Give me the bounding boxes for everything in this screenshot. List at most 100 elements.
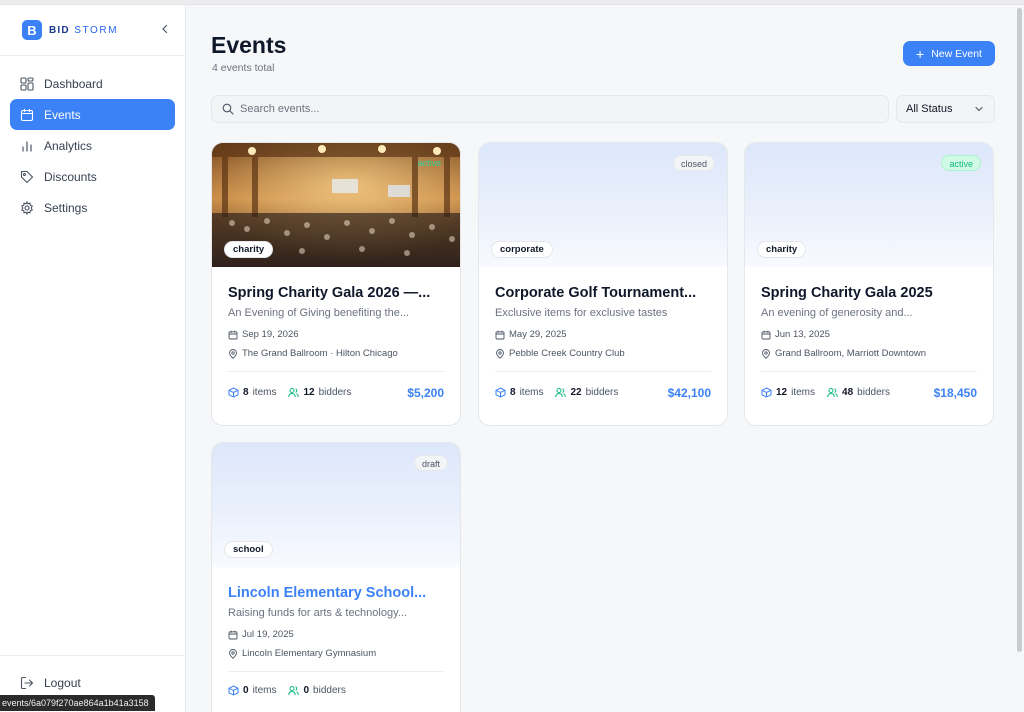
new-event-button[interactable]: + New Event	[903, 41, 995, 66]
event-description: An evening of generosity and...	[761, 307, 913, 319]
sidebar-item-discounts[interactable]: Discounts	[10, 161, 175, 192]
sidebar-item-label: Discounts	[44, 169, 97, 184]
status-badge: draft	[413, 455, 448, 471]
status-filter-select[interactable]: All Status	[896, 95, 995, 123]
sidebar-item-analytics[interactable]: Analytics	[10, 130, 175, 161]
status-badge: closed	[672, 155, 715, 171]
event-venue: The Grand Ballroom · Hilton Chicago	[228, 348, 444, 359]
event-title[interactable]: Spring Charity Gala 2025	[761, 285, 977, 301]
amount-raised: $5,200	[407, 385, 444, 400]
search-icon	[222, 103, 234, 115]
sidebar-item-label: Settings	[44, 200, 88, 215]
map-pin-icon	[229, 648, 237, 659]
event-stats: 0 items 0 bidders	[228, 671, 444, 709]
status-filter-value: All Status	[906, 103, 953, 115]
status-badge: active	[417, 158, 441, 168]
box-icon	[761, 387, 772, 398]
map-pin-icon	[229, 348, 237, 359]
grid-icon	[20, 76, 34, 91]
items-count: 12 items	[761, 387, 815, 398]
bidders-count: 22 bidders	[555, 387, 618, 398]
tag-icon	[20, 170, 34, 183]
chevron-down-icon	[975, 106, 983, 112]
bar-chart-icon	[22, 140, 32, 152]
items-count: 0 items	[228, 685, 276, 696]
event-stats: 12 items 48 bidders $18,450	[761, 371, 977, 413]
map-pin-icon	[496, 348, 504, 359]
collapse-sidebar-icon[interactable]	[158, 22, 172, 36]
event-card[interactable]: closed corporate Corporate Golf Tourname…	[478, 142, 728, 426]
events-count: 4 events total	[212, 62, 275, 74]
event-card-hero: active charity	[212, 143, 460, 267]
event-card-hero: closed corporate	[479, 143, 727, 267]
sidebar-item-label: Analytics	[44, 138, 93, 153]
sidebar-item-settings[interactable]: Settings	[10, 192, 175, 223]
event-card[interactable]: active charity Spring Charity Gala 2026 …	[211, 142, 461, 426]
users-icon	[827, 388, 838, 398]
event-card[interactable]: draft school Lincoln Elementary School..…	[211, 442, 461, 712]
sidebar-divider	[0, 655, 185, 656]
event-venue: Grand Ballroom, Marriott Downtown	[761, 348, 977, 359]
page-title: Events	[211, 32, 287, 58]
bidders-count: 12 bidders	[288, 387, 351, 398]
sidebar-item-dashboard[interactable]: Dashboard	[10, 68, 175, 99]
event-description: Exclusive items for exclusive tastes	[495, 307, 668, 319]
box-icon	[228, 685, 239, 696]
search-input[interactable]	[240, 103, 860, 115]
calendar-icon	[495, 330, 505, 339]
status-bar-url: events/6a079f270ae864a1b41a3158	[0, 695, 155, 711]
sidebar-nav: Dashboard Events Analytics Discounts Set…	[0, 56, 185, 223]
status-badge: active	[941, 155, 981, 171]
users-icon	[288, 388, 300, 398]
search-bar[interactable]	[211, 95, 889, 123]
event-venue: Pebble Creek Country Club	[495, 348, 711, 359]
amount-raised: $18,450	[933, 385, 977, 400]
logout-icon	[20, 676, 34, 690]
event-description: An Evening of Giving benefiting the...	[228, 307, 410, 319]
scrollbar[interactable]	[1017, 8, 1022, 652]
gear-icon	[21, 200, 33, 215]
sidebar-item-label: Dashboard	[44, 76, 103, 91]
bidders-count: 0 bidders	[288, 685, 346, 696]
sidebar-item-events[interactable]: Events	[10, 99, 175, 130]
sidebar: B BID STORM Dashboard Events Analytics D…	[0, 5, 186, 712]
event-date: May 29, 2025	[495, 329, 711, 340]
bidders-count: 48 bidders	[827, 387, 890, 398]
event-date: Sep 19, 2026	[228, 329, 444, 340]
event-stats: 8 items 22 bidders $42,100	[495, 371, 711, 413]
logout-button[interactable]: Logout	[10, 669, 176, 697]
event-card-hero: draft school	[212, 443, 460, 567]
category-badge: charity	[224, 241, 274, 258]
items-count: 8 items	[228, 387, 276, 398]
box-icon	[495, 387, 506, 398]
event-title[interactable]: Spring Charity Gala 2026 —...	[228, 285, 444, 301]
calendar-icon	[20, 108, 34, 121]
calendar-icon	[228, 330, 238, 339]
map-pin-icon	[762, 348, 770, 359]
new-event-label: New Event	[931, 47, 982, 60]
event-title[interactable]: Corporate Golf Tournament...	[495, 285, 711, 301]
items-count: 8 items	[495, 387, 543, 398]
plus-icon: +	[916, 45, 925, 62]
brand-logo: B	[22, 20, 42, 40]
amount-raised: $42,100	[667, 385, 711, 400]
calendar-icon	[761, 330, 771, 339]
event-stats: 8 items 12 bidders $5,200	[228, 371, 444, 413]
event-date: Jul 19, 2025	[228, 629, 444, 640]
users-icon	[555, 388, 567, 398]
calendar-icon	[228, 630, 238, 639]
category-badge: corporate	[491, 241, 553, 258]
category-badge: charity	[757, 241, 807, 258]
event-card[interactable]: active charity Spring Charity Gala 2025 …	[744, 142, 994, 426]
category-badge: school	[224, 541, 273, 558]
event-card-hero: active charity	[745, 143, 993, 267]
event-description: Raising funds for arts & technology...	[228, 607, 407, 619]
box-icon	[228, 387, 239, 398]
brand-name: BID STORM	[49, 24, 119, 36]
users-icon	[288, 686, 300, 696]
event-date: Jun 13, 2025	[761, 329, 977, 340]
event-title[interactable]: Lincoln Elementary School...	[228, 585, 444, 601]
sidebar-item-label: Events	[44, 107, 81, 122]
event-venue: Lincoln Elementary Gymnasium	[228, 648, 444, 659]
logout-label: Logout	[44, 676, 81, 690]
